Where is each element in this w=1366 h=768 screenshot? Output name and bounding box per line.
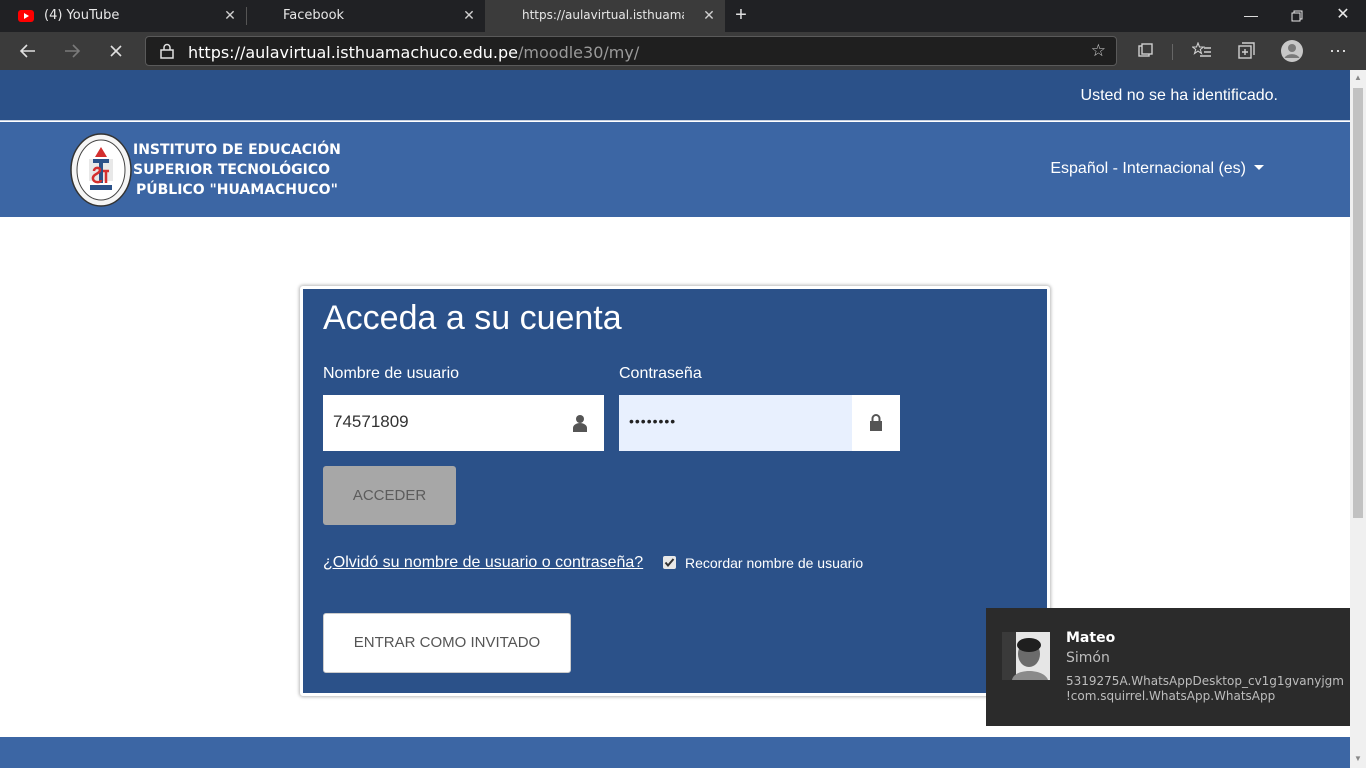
sender-avatar (1002, 632, 1050, 680)
institution-name-line: INSTITUTO DE EDUCACIÓN (133, 142, 341, 158)
institution-name: INSTITUTO DE EDUCACIÓN SUPERIOR TECNOLÓG… (133, 140, 341, 200)
remember-username-label[interactable]: Recordar nombre de usuario (685, 555, 863, 571)
tab-youtube[interactable]: (4) YouTube ✕ (0, 0, 246, 32)
forgot-password-link[interactable]: ¿Olvidó su nombre de usuario o contraseñ… (323, 554, 643, 572)
tab-close-icon[interactable]: ✕ (461, 8, 477, 24)
password-value: •••••••• (629, 413, 677, 429)
guest-login-button[interactable]: ENTRAR COMO INVITADO (323, 613, 571, 673)
password-field[interactable]: •••••••• (619, 395, 900, 451)
tab-title: Facebook (283, 8, 345, 23)
collections-icon[interactable] (1133, 39, 1157, 63)
profile-avatar-icon[interactable] (1280, 39, 1304, 63)
close-window-icon[interactable]: ✕ (1320, 0, 1366, 32)
tab-close-icon[interactable]: ✕ (222, 8, 238, 24)
password-label: Contraseña (619, 365, 702, 382)
caret-down-icon (1254, 165, 1264, 170)
url-path: /moodle30/my/ (518, 43, 640, 62)
remember-username-checkbox[interactable] (663, 556, 676, 569)
username-label: Nombre de usuario (323, 365, 460, 382)
restore-icon[interactable] (1274, 0, 1320, 32)
whatsapp-notification[interactable]: Mateo Simón 5319275A.WhatsAppDesktop_cv1… (986, 608, 1350, 726)
tab-title: (4) YouTube (44, 8, 120, 23)
address-bar[interactable]: https://aulavirtual.isthuamachuco.edu.pe… (145, 36, 1117, 66)
more-menu-icon[interactable]: ⋯ (1326, 39, 1350, 63)
institution-logo[interactable] (70, 133, 132, 207)
toolbar-divider (1172, 44, 1173, 60)
language-selector[interactable]: Español - Internacional (es) (1050, 160, 1264, 178)
minimize-icon[interactable]: — (1228, 0, 1274, 32)
institution-name-line: SUPERIOR TECNOLÓGICO (133, 162, 331, 178)
notification-app-id: 5319275A.WhatsAppDesktop_cv1g1gvanyjgm !… (1066, 674, 1344, 704)
site-header: INSTITUTO DE EDUCACIÓN SUPERIOR TECNOLÓG… (0, 122, 1350, 217)
scroll-down-icon[interactable]: ▼ (1353, 754, 1363, 764)
user-icon (556, 395, 604, 451)
site-footer-bar (0, 737, 1350, 768)
login-status-text: Usted no se ha identificado. (1080, 87, 1278, 104)
scroll-up-icon[interactable]: ▲ (1353, 73, 1363, 83)
youtube-icon (18, 10, 34, 22)
username-value: 74571809 (333, 412, 409, 431)
language-label: Español - Internacional (es) (1050, 160, 1246, 177)
forward-icon[interactable] (60, 39, 84, 63)
collections-add-icon[interactable] (1234, 39, 1258, 63)
url-text[interactable]: https://aulavirtual.isthuamachuco.edu.pe… (188, 43, 639, 62)
tab-close-icon[interactable]: ✕ (701, 8, 717, 24)
new-tab-icon[interactable]: + (731, 5, 751, 25)
favorites-list-icon[interactable] (1190, 39, 1214, 63)
scrollbar-thumb[interactable] (1353, 88, 1363, 518)
lock-icon[interactable] (160, 43, 174, 59)
url-host: https://aulavirtual.isthuamachuco.edu.pe (188, 43, 519, 62)
username-field[interactable]: 74571809 (323, 395, 604, 451)
tab-facebook[interactable]: Facebook ✕ (247, 0, 485, 32)
browser-tab-bar: (4) YouTube ✕ Facebook ✕ https://aulavir… (0, 0, 1366, 32)
notification-app-line: !com.squirrel.WhatsApp.WhatsApp (1066, 689, 1276, 703)
back-icon[interactable] (16, 39, 40, 63)
site-top-bar: Usted no se ha identificado. (0, 70, 1350, 121)
notification-message: Simón (1066, 650, 1110, 666)
notification-app-line: 5319275A.WhatsAppDesktop_cv1g1gvanyjgm (1066, 674, 1344, 688)
stop-loading-icon[interactable] (104, 39, 128, 63)
login-card: Acceda a su cuenta Nombre de usuario 745… (300, 286, 1050, 696)
tab-title: https://aulavirtual.isthuamachuco.edu.pe… (522, 8, 684, 22)
login-button[interactable]: ACCEDER (323, 466, 456, 525)
browser-toolbar: https://aulavirtual.isthuamachuco.edu.pe… (0, 32, 1366, 70)
login-title: Acceda a su cuenta (323, 299, 622, 337)
page-scrollbar[interactable]: ▲ ▼ (1350, 70, 1366, 768)
institution-name-line: PÚBLICO "HUAMACHUCO" (136, 182, 338, 198)
favorite-star-icon[interactable]: ☆ (1091, 41, 1106, 61)
tab-aulavirtual[interactable]: https://aulavirtual.isthuamachuco.edu.pe… (485, 0, 725, 32)
lock-icon (852, 395, 900, 451)
notification-sender: Mateo (1066, 630, 1116, 646)
